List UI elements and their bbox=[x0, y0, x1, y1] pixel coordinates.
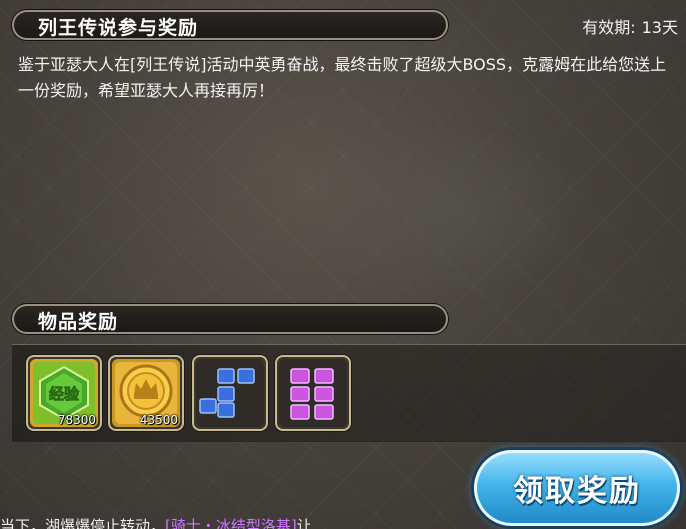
rewards-title: 物品奖励 bbox=[38, 311, 119, 333]
ticker-highlight[interactable]: [骑士・冰结型洛基] bbox=[165, 517, 297, 529]
mail-title: 列王传说参与奖励 bbox=[38, 17, 199, 39]
validity-info: 有效期: 13天 bbox=[582, 14, 678, 38]
experience-label: 经验 bbox=[49, 385, 80, 403]
validity-value: 13天 bbox=[641, 18, 678, 37]
reward-slot-gold[interactable]: 43500 bbox=[108, 355, 184, 431]
reward-slot-experience[interactable]: 经验 78300 bbox=[26, 355, 102, 431]
claim-rewards-button[interactable]: 领取奖励 bbox=[474, 450, 680, 526]
rewards-title-bar: 物品奖励 bbox=[12, 304, 448, 334]
news-ticker: 当下，湖爆爆停止转动，[骑士・冰结型洛基]让 bbox=[0, 510, 470, 529]
reward-count: 43500 bbox=[139, 413, 178, 427]
blue-blocks-icon bbox=[196, 359, 264, 427]
background-scene bbox=[300, 120, 580, 300]
validity-label: 有效期: bbox=[582, 18, 636, 37]
mail-title-bar: 列王传说参与奖励 bbox=[12, 10, 448, 40]
reward-slot-blue-blocks[interactable] bbox=[192, 355, 268, 431]
ticker-suffix: 让 bbox=[296, 517, 312, 529]
reward-slot-purple-blocks[interactable] bbox=[275, 355, 351, 431]
reward-count: 78300 bbox=[57, 413, 96, 427]
rewards-panel: 经验 78300 43500 bbox=[12, 344, 686, 442]
purple-blocks-icon bbox=[279, 359, 347, 427]
mail-message: 鉴于亚瑟大人在[列王传说]活动中英勇奋战，最终击败了超级大BOSS，克露姆在此给… bbox=[18, 55, 667, 100]
ticker-prefix: 当下，湖爆爆停止转动， bbox=[0, 517, 166, 529]
